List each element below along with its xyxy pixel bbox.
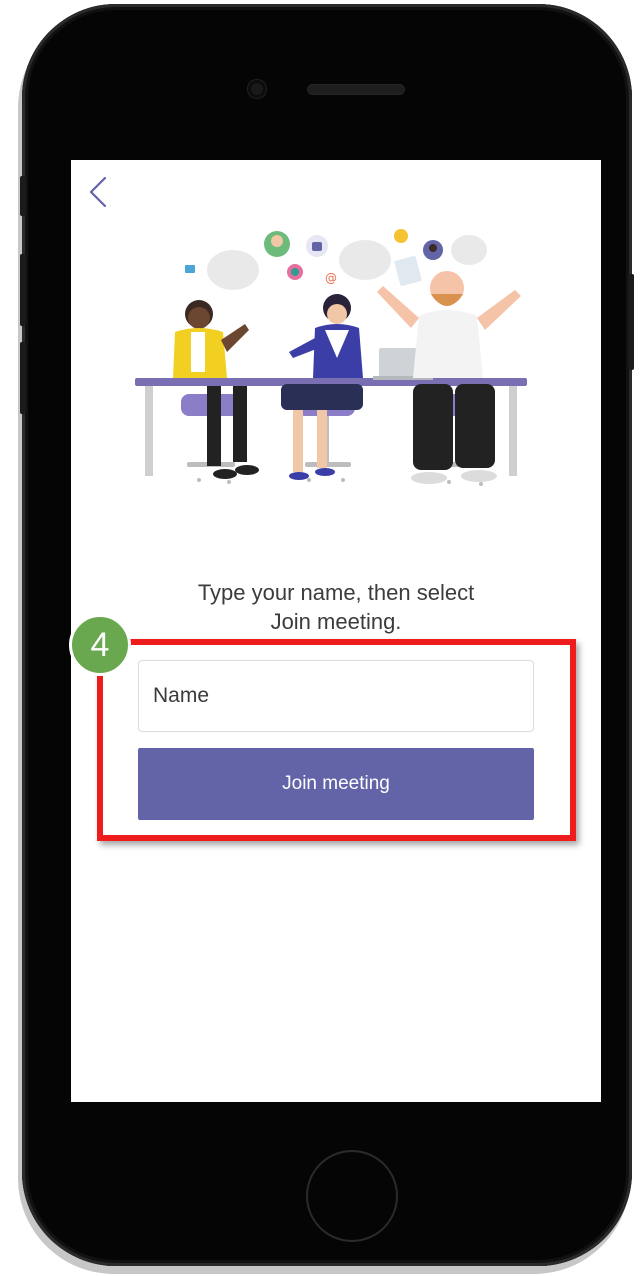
join-meeting-screen: @ Type your name, then select Join meeti… — [71, 160, 601, 1102]
power-button — [628, 274, 634, 370]
chevron-left-icon — [89, 176, 107, 208]
front-camera — [248, 80, 266, 98]
silent-switch — [20, 176, 26, 216]
instruction-text: Type your name, then select Join meeting… — [197, 580, 475, 634]
people-meeting-illustration: @ — [135, 229, 527, 486]
highlight-box — [97, 639, 576, 841]
home-button[interactable] — [306, 1150, 398, 1242]
earpiece-speaker — [308, 85, 404, 94]
back-button[interactable] — [85, 174, 111, 210]
volume-up-button — [20, 254, 26, 326]
step-badge: 4 — [69, 614, 131, 676]
svg-text:@: @ — [325, 271, 337, 285]
volume-down-button — [20, 342, 26, 414]
